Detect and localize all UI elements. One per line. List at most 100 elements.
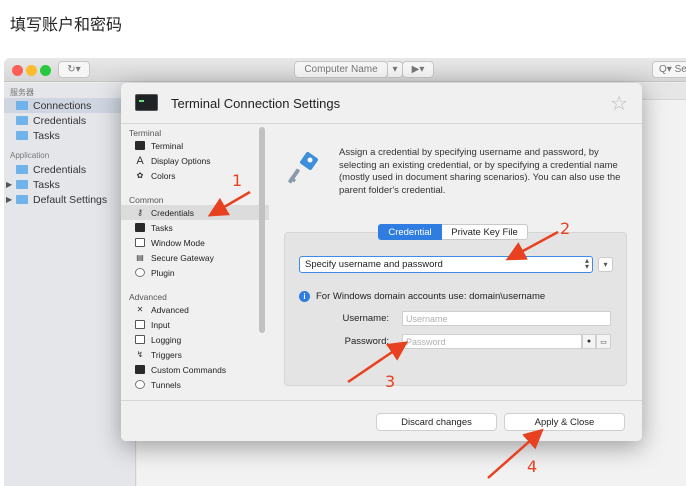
nav-item-label: Window Mode — [151, 237, 205, 248]
nav-item-plugin[interactable]: Plugin — [121, 265, 269, 280]
zoom-window-button[interactable] — [40, 65, 51, 76]
plugin-icon — [135, 268, 145, 277]
annotation-label-4: 4 — [527, 457, 538, 476]
nav-item-advanced[interactable]: ✕ Advanced — [121, 302, 269, 317]
disclosure-triangle-icon[interactable]: ▶ — [6, 180, 12, 189]
sidebar: 服务器 Connections Credentials Tasks Applic… — [4, 83, 136, 486]
computer-name-input[interactable]: Computer Name — [294, 61, 388, 78]
sidebar-item-credentials[interactable]: Credentials — [4, 113, 135, 128]
sidebar-item-label: Credentials — [33, 114, 87, 127]
nav-scrollbar[interactable] — [259, 127, 265, 333]
credential-tabs: Credential Private Key File — [378, 224, 528, 240]
nav-item-input[interactable]: Input — [121, 317, 269, 332]
nav-item-label: Tasks — [151, 222, 173, 233]
tools-icon: ✕ — [136, 305, 144, 314]
command-icon — [135, 365, 145, 374]
password-options-button[interactable]: ● — [582, 334, 596, 349]
nav-item-label: Colors — [151, 170, 176, 181]
password-field[interactable] — [402, 334, 582, 349]
credential-options-button[interactable]: ▾ — [598, 257, 613, 272]
font-icon: A — [136, 154, 144, 167]
sidebar-item-tasks[interactable]: Tasks — [4, 128, 135, 143]
sidebar-item-label: Default Settings — [33, 193, 108, 206]
nav-item-label: Terminal — [151, 140, 184, 151]
folder-icon — [16, 180, 28, 189]
sidebar-item-connections[interactable]: Connections — [4, 98, 135, 113]
dialog-footer: Discard changes Apply & Close — [121, 400, 642, 441]
info-icon: i — [299, 291, 310, 302]
terminal-icon — [135, 141, 145, 150]
folder-icon — [16, 116, 28, 125]
nav-group-common: Common — [129, 195, 164, 205]
nav-item-label: Tunnels — [151, 379, 181, 390]
terminal-connection-settings-dialog: Terminal Connection Settings ☆ Terminal … — [121, 83, 642, 441]
terminal-icon — [135, 94, 158, 111]
sidebar-item-label: Tasks — [33, 129, 60, 142]
key-icon — [288, 152, 318, 184]
key-icon: ⚷ — [137, 208, 143, 217]
apply-close-button[interactable]: Apply & Close — [504, 413, 625, 431]
favorite-star-icon[interactable]: ☆ — [610, 91, 628, 116]
nav-item-label: Secure Gateway — [151, 252, 214, 263]
close-window-button[interactable] — [12, 65, 23, 76]
credential-group-box: Specify username and password ▴ ▾ ▾ i For… — [284, 232, 627, 386]
nav-item-custom-commands[interactable]: Custom Commands — [121, 362, 269, 377]
credential-mode-select[interactable]: Specify username and password ▴ ▾ — [299, 256, 593, 273]
nav-item-display-options[interactable]: A Display Options — [121, 153, 269, 168]
tab-credential[interactable]: Credential — [378, 224, 442, 240]
sidebar-item-label: Connections — [33, 99, 92, 112]
window-icon — [135, 238, 145, 247]
nav-item-colors[interactable]: ✿ Colors — [121, 168, 269, 183]
nav-item-tasks[interactable]: Tasks — [121, 220, 269, 235]
sidebar-section-application: Application — [10, 151, 50, 160]
sidebar-item-app-credentials[interactable]: Credentials — [4, 162, 135, 177]
sidebar-item-label: Credentials — [33, 163, 87, 176]
annotation-label-1: 1 — [232, 171, 243, 190]
username-field[interactable] — [402, 311, 611, 326]
search-field[interactable]: Q▾ Se — [652, 61, 686, 78]
keyboard-icon: ▭ — [600, 338, 607, 346]
nav-item-tunnels[interactable]: Tunnels — [121, 377, 269, 392]
discard-changes-button[interactable]: Discard changes — [376, 413, 497, 431]
username-label: Username: — [342, 313, 389, 324]
stepper-arrows-icon: ▴ ▾ — [584, 256, 589, 271]
annotation-label-2: 2 — [560, 219, 571, 238]
password-reveal-button[interactable]: ▭ — [596, 334, 611, 349]
nav-group-advanced: Advanced — [129, 292, 167, 302]
nav-item-secure-gateway[interactable]: ▤ Secure Gateway — [121, 250, 269, 265]
nav-item-label: Triggers — [151, 349, 182, 360]
connect-button[interactable]: ▶▾ — [402, 61, 434, 78]
dot-icon: ● — [586, 338, 592, 345]
nav-item-credentials[interactable]: ⚷ Credentials — [121, 205, 269, 220]
nav-item-logging[interactable]: Logging — [121, 332, 269, 347]
dialog-header: Terminal Connection Settings ☆ — [121, 83, 642, 123]
disclosure-triangle-icon[interactable]: ▶ — [6, 195, 12, 204]
nav-item-terminal[interactable]: Terminal — [121, 138, 269, 153]
log-icon — [135, 335, 145, 344]
nav-item-label: Credentials — [151, 207, 194, 218]
settings-nav: Terminal Terminal A Display Options ✿ Colo… — [121, 124, 269, 400]
computer-name-placeholder: Computer Name — [304, 64, 378, 75]
quick-action-menu[interactable]: ↻▾ — [58, 61, 90, 78]
folder-icon — [16, 131, 28, 140]
sidebar-item-default-settings[interactable]: ▶ Default Settings — [4, 192, 135, 207]
computer-name-dropdown[interactable]: ▾ — [388, 61, 403, 78]
nav-item-label: Advanced — [151, 304, 189, 315]
titlebar: ↻▾ Computer Name ▾ ▶▾ Q▾ Se — [4, 58, 686, 82]
folder-icon — [16, 195, 28, 204]
credential-description: Assign a credential by specifying userna… — [339, 147, 621, 196]
minimize-window-button[interactable] — [26, 65, 37, 76]
sidebar-item-app-tasks[interactable]: ▶ Tasks — [4, 177, 135, 192]
keyboard-icon — [135, 320, 145, 329]
tasks-icon — [135, 223, 145, 232]
nav-item-window-mode[interactable]: Window Mode — [121, 235, 269, 250]
nav-item-label: Plugin — [151, 267, 175, 278]
nav-item-label: Logging — [151, 334, 182, 345]
nav-item-triggers[interactable]: ↯ Triggers — [121, 347, 269, 362]
dialog-title: Terminal Connection Settings — [171, 96, 341, 111]
tab-private-key-file[interactable]: Private Key File — [442, 224, 528, 240]
palette-icon: ✿ — [136, 171, 144, 180]
folder-icon — [16, 101, 28, 110]
domain-info: i For Windows domain accounts use: domai… — [299, 291, 545, 302]
sidebar-section-servers: 服务器 — [10, 88, 34, 97]
